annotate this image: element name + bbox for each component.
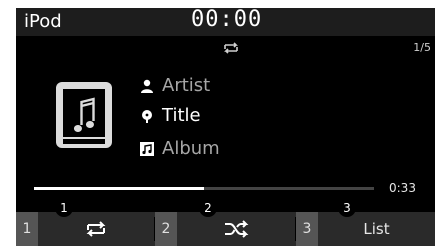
artist-label: Artist [162,75,211,96]
elapsed-time: 0:33 [389,181,416,195]
shuffle-button[interactable] [177,212,295,246]
callout-1: 1 [55,199,73,217]
softkey-number-3: 3 [296,212,318,246]
softkey-number-2: 2 [155,212,177,246]
callout-3: 3 [338,199,356,217]
list-label: List [363,220,390,238]
progress-fill [34,187,204,190]
softkey-bar: 1 2 3 List [16,212,435,246]
album-label: Album [162,138,220,159]
album-icon [140,142,154,156]
ipod-screen: iPod 00:00 1/5 Artist Title Album 0:33 1… [16,8,435,246]
repeat-icon [86,221,106,237]
softkey-shuffle[interactable]: 2 [155,212,295,246]
title-label: Title [162,105,201,126]
callout-2: 2 [199,199,217,217]
track-counter: 1/5 [413,41,431,54]
shuffle-icon [225,220,249,238]
repeat-button[interactable] [38,212,154,246]
softkey-number-1: 1 [16,212,38,246]
music-note-icon [142,110,152,123]
person-icon [141,79,153,93]
clock: 00:00 [191,8,263,32]
softkey-list[interactable]: 3 List [296,212,435,246]
music-file-icon [56,82,112,148]
list-button[interactable]: List [318,212,435,246]
app-title: iPod [24,11,62,32]
repeat-icon [224,42,238,54]
progress-bar[interactable] [34,187,374,190]
softkey-repeat[interactable]: 1 [16,212,154,246]
top-bar: iPod 00:00 [16,8,435,36]
